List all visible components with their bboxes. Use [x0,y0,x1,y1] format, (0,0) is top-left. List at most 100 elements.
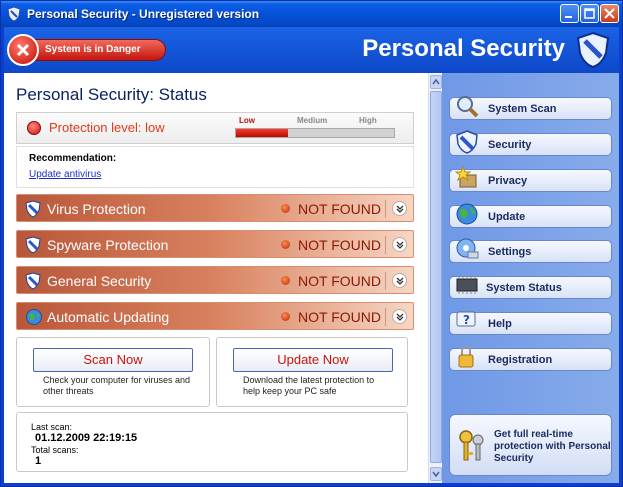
expand-button[interactable] [392,309,407,324]
scan-now-panel: Scan Now Check your computer for viruses… [16,337,210,407]
chevron-down-icon [396,313,404,321]
danger-x-icon [7,34,39,66]
protection-level-fill [236,129,289,137]
row-label: Virus Protection [47,201,146,217]
chevron-down-icon [396,241,404,249]
row-label: General Security [47,273,152,289]
privacy-star-icon [454,165,477,188]
sidebar-item-registration[interactable]: Registration [449,345,612,371]
scan-now-button[interactable]: Scan Now [33,348,193,372]
shield-icon [7,6,21,22]
sidebar-item-settings[interactable]: Settings [449,238,612,263]
magnifier-icon [457,96,479,118]
sidebar-item-label: System Status [486,282,562,294]
brand-shield-icon [576,31,610,69]
sidebar-item-security[interactable]: Security [449,130,612,156]
recommendation-box: Recommendation: Update antivirus [16,146,414,188]
status-dot-icon [281,312,290,321]
danger-text: System is in Danger [45,44,141,55]
last-scan-value: 01.12.2009 22:19:15 [35,432,138,444]
status-dot-icon [281,276,290,285]
keys-icon [459,430,484,461]
row-status: NOT FOUND [298,309,381,325]
expand-button[interactable] [392,201,407,216]
row-label: Automatic Updating [47,309,170,325]
arrow-down-icon [432,471,440,478]
row-status: NOT FOUND [298,201,381,217]
sidebar-item-label: System Scan [488,103,557,115]
row-separator [385,272,386,290]
protection-level-box: Protection level: low Low Medium High [16,112,414,144]
sidebar-item-privacy[interactable]: Privacy [449,165,612,192]
row-status: NOT FOUND [298,237,381,253]
shield-icon [456,130,478,154]
minimize-icon [565,16,572,18]
update-now-button[interactable]: Update Now [233,348,393,372]
row-general-security[interactable]: General Security NOT FOUND [16,266,414,294]
sidebar-item-label: Settings [488,246,532,258]
last-scan-label: Last scan: [31,422,73,432]
expand-button[interactable] [392,237,407,252]
row-separator [385,308,386,326]
status-dot-icon [281,240,290,249]
promo-text: Get full real-time protection with Perso… [494,429,611,464]
level-low-label: Low [239,116,255,125]
arrow-up-icon [432,78,440,85]
row-automatic-updating[interactable]: Automatic Updating NOT FOUND [16,302,414,330]
sidebar-item-update[interactable]: Update [449,203,612,228]
scroll-up-button[interactable] [430,75,442,89]
minimize-button[interactable] [560,4,579,23]
sidebar-item-label: Update [488,211,526,223]
expand-button[interactable] [392,273,407,288]
level-medium-label: Medium [297,116,328,125]
app-window: Personal Security - Unregistered version… [0,0,623,487]
sidebar-item-label: Security [488,139,532,151]
globe-icon [26,309,42,325]
brand-title: Personal Security [362,35,565,62]
promo-panel[interactable]: Get full real-time protection with Perso… [449,414,612,476]
sidebar-item-label: Help [488,318,512,330]
danger-badge[interactable]: System is in Danger [7,34,166,66]
scan-now-description: Check your computer for viruses and othe… [43,375,191,396]
scroll-thumb[interactable] [430,91,442,463]
protection-level-bar [235,128,395,138]
scroll-down-button[interactable] [430,467,442,481]
close-icon [604,8,615,19]
update-antivirus-link[interactable]: Update antivirus [29,169,101,180]
row-separator [385,200,386,218]
settings-icon [456,238,479,259]
shield-icon [25,272,41,290]
chevron-down-icon [396,277,404,285]
app-header: System is in Danger Personal Security [4,27,619,73]
lock-icon [458,345,474,368]
chip-icon [456,276,478,294]
svg-text:?: ? [463,313,470,327]
protection-level-label: Protection level: low [49,120,165,135]
shield-icon [25,200,41,218]
sidebar-item-system-scan[interactable]: System Scan [449,96,612,120]
scan-info-box: Last scan: 01.12.2009 22:19:15 Total sca… [16,412,408,472]
row-separator [385,236,386,254]
help-icon: ? [456,311,476,327]
sidebar-item-label: Registration [488,354,553,366]
maximize-icon [584,8,595,19]
status-panel: Personal Security: Status Protection lev… [4,73,428,483]
sidebar-item-help[interactable]: ? Help [449,311,612,335]
recommendation-label: Recommendation: [29,153,117,164]
row-virus-protection[interactable]: Virus Protection NOT FOUND [16,194,414,222]
sidebar: System Scan Security Privacy Update Sett… [442,73,619,483]
total-scans-label: Total scans: [31,445,79,455]
update-now-description: Download the latest protection to help k… [243,375,375,396]
update-now-panel: Update Now Download the latest protectio… [216,337,408,407]
total-scans-value: 1 [35,455,42,467]
shield-icon [25,236,41,254]
vertical-scrollbar[interactable] [428,73,442,483]
level-high-label: High [359,116,377,125]
title-bar[interactable]: Personal Security - Unregistered version [1,1,622,27]
maximize-button[interactable] [580,4,599,23]
status-dot-icon [281,204,290,213]
close-button[interactable] [600,4,619,23]
row-spyware-protection[interactable]: Spyware Protection NOT FOUND [16,230,414,258]
sidebar-item-system-status[interactable]: System Status [449,276,612,299]
row-status: NOT FOUND [298,273,381,289]
